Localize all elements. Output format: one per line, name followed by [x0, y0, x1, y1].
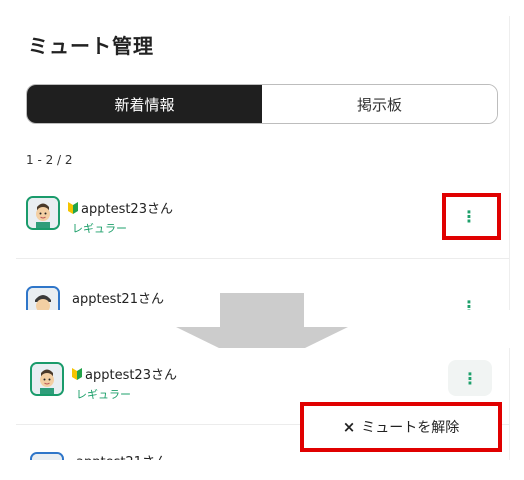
- result-count: 1 - 2 / 2: [26, 153, 73, 167]
- more-vertical-icon[interactable]: ⋮: [447, 288, 491, 311]
- page-title: ミュート管理: [28, 34, 154, 58]
- avatar: [26, 286, 60, 310]
- username[interactable]: apptest21さん: [72, 288, 164, 307]
- tab-bulletin-board[interactable]: 掲示板: [262, 85, 497, 123]
- avatar: [30, 452, 64, 460]
- username[interactable]: apptest21さん: [76, 451, 168, 460]
- username[interactable]: apptest23さん: [81, 198, 173, 217]
- avatar: [30, 362, 64, 396]
- user-rank-badge: レギュラー: [76, 388, 131, 401]
- beginner-mark-icon: [72, 367, 82, 380]
- user-rank-badge: レギュラー: [72, 222, 127, 235]
- tab-bar: 新着情報 掲示板: [26, 84, 498, 124]
- more-vertical-icon[interactable]: ⋮: [448, 360, 492, 396]
- highlight-box: [300, 402, 502, 452]
- mute-management-panel: ミュート管理 新着情報 掲示板 1 - 2 / 2 apptest23さん レギ…: [16, 16, 510, 310]
- username-row: apptest23さん: [72, 364, 177, 383]
- highlight-box: [442, 193, 501, 240]
- avatar: [26, 196, 60, 230]
- tab-news[interactable]: 新着情報: [27, 85, 262, 123]
- beginner-mark-icon: [68, 201, 78, 214]
- username-row: apptest23さん: [68, 198, 173, 217]
- row-divider: [16, 258, 509, 259]
- username[interactable]: apptest23さん: [85, 364, 177, 383]
